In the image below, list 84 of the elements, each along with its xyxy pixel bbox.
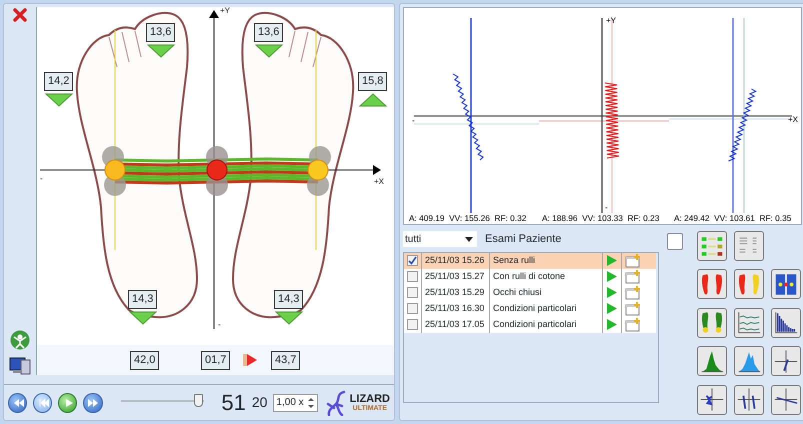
axis-label: - xyxy=(218,320,221,329)
previous-icon xyxy=(36,398,49,408)
foot-pressure-button[interactable] xyxy=(697,269,727,300)
rewind-icon xyxy=(12,398,24,408)
play-icon[interactable] xyxy=(606,270,618,283)
foot-contact-button[interactable] xyxy=(697,308,727,338)
person-icon[interactable] xyxy=(10,330,30,350)
chart-icon xyxy=(773,348,799,375)
stats-text: A: 409.19 VV: 155.26 RF: 0.32 xyxy=(409,213,526,223)
sloped-line-button[interactable] xyxy=(771,384,801,415)
marker-value: 13,6 xyxy=(254,23,284,42)
play-button[interactable] xyxy=(58,392,78,412)
exam-row[interactable]: 25/11/03 15.29 Occhi chiusi xyxy=(404,284,656,300)
speed-spinner[interactable]: 1,00 x xyxy=(273,394,318,412)
list-title: Esami Paziente xyxy=(485,232,562,247)
spectrum-button[interactable] xyxy=(734,346,764,376)
filter-dropdown[interactable]: tutti xyxy=(403,231,477,248)
stats-text: A: 249.42 VV: 103.61 RF: 0.35 xyxy=(674,213,792,223)
axis-label: - xyxy=(40,174,43,183)
rewind-button[interactable] xyxy=(8,392,28,412)
axis-label: +Y xyxy=(606,16,616,25)
play-icon[interactable] xyxy=(606,318,618,331)
foot-center-button[interactable] xyxy=(771,269,801,300)
checkbox[interactable] xyxy=(407,271,418,282)
slider-thumb[interactable] xyxy=(194,394,204,406)
twin-lines-button[interactable] xyxy=(734,384,764,415)
axis-label: - xyxy=(412,116,415,125)
window-add-icon[interactable] xyxy=(625,302,641,316)
exam-row[interactable]: 25/11/03 16.30 Condizioni particolari xyxy=(404,300,656,316)
checkbox[interactable] xyxy=(407,319,418,330)
histogram-button[interactable] xyxy=(697,346,727,376)
spin-arrows-icon[interactable] xyxy=(306,396,315,410)
axis-label: +X xyxy=(788,115,798,124)
marker-value: 14,3 xyxy=(274,290,304,309)
stats-text: A: 188.96 VV: 103.33 RF: 0.23 xyxy=(542,213,660,223)
axis-label: +X xyxy=(374,177,384,186)
monitor-icon[interactable] xyxy=(9,356,31,376)
cross-line-button[interactable] xyxy=(771,346,801,376)
close-icon[interactable] xyxy=(13,8,27,22)
chart-icon xyxy=(699,386,725,414)
line-graphs-button[interactable] xyxy=(734,308,764,338)
exam-date: 25/11/03 17.05 xyxy=(422,316,490,332)
reading-value: 42,0 xyxy=(130,351,160,370)
flag-icon[interactable] xyxy=(243,353,257,367)
exam-description: Condizioni particolari xyxy=(490,316,603,332)
checkbox[interactable] xyxy=(407,287,418,298)
axis-label: - xyxy=(605,203,608,212)
pressure-point-marker xyxy=(307,146,331,196)
play-icon[interactable] xyxy=(606,286,618,299)
exam-row[interactable]: 25/11/03 15.26 Senza rulli xyxy=(404,252,656,268)
reading-value: 01,7 xyxy=(201,351,230,370)
window-add-icon[interactable] xyxy=(625,270,641,284)
window-add-icon[interactable] xyxy=(625,318,641,332)
marker-value: 15,8 xyxy=(358,72,388,91)
marker-value: 14,2 xyxy=(44,72,74,91)
lizard-icon xyxy=(326,390,348,416)
previous-button[interactable] xyxy=(33,392,52,412)
scatter-cluster-button[interactable] xyxy=(697,384,727,415)
marker-value: 14,3 xyxy=(128,290,158,309)
pressure-point-marker xyxy=(206,146,228,196)
chart-icon xyxy=(773,386,799,414)
exam-row[interactable]: 25/11/03 15.27 Con rulli di cotone xyxy=(404,268,656,284)
text-report-button[interactable] xyxy=(734,231,764,261)
logo-title: LIZARD xyxy=(350,392,390,404)
fps-value: 20 xyxy=(252,393,268,412)
reading-value: 43,7 xyxy=(271,351,300,370)
axis-label: +Y xyxy=(220,6,230,15)
exam-row[interactable]: 25/11/03 17.05 Condizioni particolari xyxy=(404,316,656,332)
fast-forward-icon xyxy=(86,398,99,408)
window-add-icon[interactable] xyxy=(625,254,641,268)
chart-icon xyxy=(736,386,762,414)
blank-field[interactable] xyxy=(667,233,683,250)
frame-number: 51 xyxy=(221,390,246,414)
bar-decay-button[interactable] xyxy=(771,308,801,338)
status-grid-button[interactable] xyxy=(697,231,727,261)
caret-icon[interactable] xyxy=(465,236,473,242)
checkbox[interactable] xyxy=(407,255,418,266)
window-add-icon[interactable] xyxy=(625,286,641,300)
marker-value: 13,6 xyxy=(146,23,176,42)
pressure-point-marker xyxy=(102,146,126,196)
fast-forward-button[interactable] xyxy=(83,392,103,412)
foot-balance-button[interactable] xyxy=(734,269,764,300)
play-icon[interactable] xyxy=(606,302,618,315)
checkbox[interactable] xyxy=(407,303,418,314)
